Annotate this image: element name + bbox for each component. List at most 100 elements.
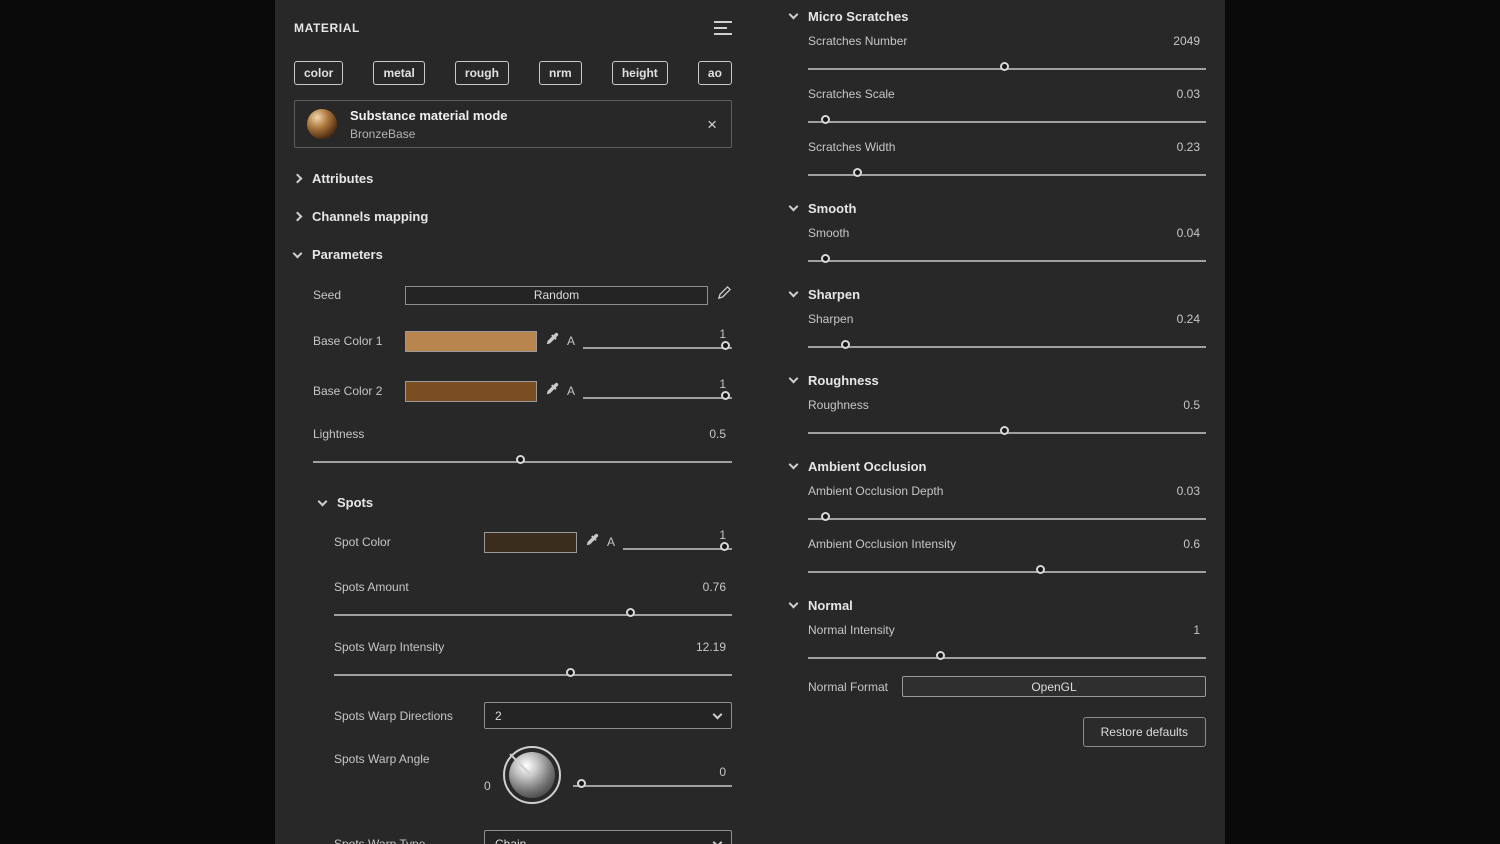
section-spots[interactable]: Spots	[319, 495, 732, 510]
slider-knob[interactable]	[516, 455, 525, 464]
chevron-down-icon	[789, 599, 799, 609]
base-color-1-label: Base Color 1	[313, 334, 405, 348]
spots-warp-type-select[interactable]: Chain	[484, 830, 732, 844]
spots-warp-angle-label: Spots Warp Angle	[334, 752, 484, 766]
spots-amount-slider[interactable]	[334, 608, 732, 622]
channel-metal-button[interactable]: metal	[373, 61, 424, 85]
spots-warp-angle-row: Spots Warp Angle 0 0	[334, 746, 732, 804]
chevron-right-icon	[293, 211, 303, 221]
spot-color-alpha: 1	[623, 528, 732, 556]
normal-format-label: Normal Format	[808, 680, 888, 694]
ao-depth-slider[interactable]	[808, 512, 1206, 526]
chevron-down-icon	[293, 248, 303, 258]
section-attributes[interactable]: Attributes	[294, 171, 732, 186]
normal-intensity-param: Normal Intensity 1	[808, 623, 1206, 665]
scratches-number-slider[interactable]	[808, 62, 1206, 76]
slider-knob[interactable]	[1036, 565, 1045, 574]
eyedropper-icon[interactable]	[585, 533, 599, 552]
spots-warp-angle-slider-wrap: 0	[573, 765, 732, 793]
slider-knob[interactable]	[720, 542, 729, 551]
slider-track	[334, 674, 732, 676]
substance-material-card[interactable]: Substance material mode BronzeBase ×	[294, 100, 732, 148]
slider-knob[interactable]	[577, 779, 586, 788]
base-color-1-swatch[interactable]	[405, 331, 537, 352]
slider-knob[interactable]	[721, 341, 730, 350]
section-channels-mapping[interactable]: Channels mapping	[294, 209, 732, 224]
spots-warp-type-row: Spots Warp Type Chain	[334, 830, 732, 844]
slider-knob[interactable]	[821, 115, 830, 124]
spots-warp-directions-select[interactable]: 2	[484, 702, 732, 729]
scratches-width-slider[interactable]	[808, 168, 1206, 182]
spot-color-swatch[interactable]	[484, 532, 577, 553]
section-ambient-occlusion[interactable]: Ambient Occlusion	[790, 458, 1206, 474]
section-normal[interactable]: Normal	[790, 597, 1206, 613]
slider-track	[583, 397, 732, 399]
channel-height-button[interactable]: height	[612, 61, 668, 85]
spots-warp-directions-value: 2	[495, 709, 502, 723]
eyedropper-icon[interactable]	[545, 382, 559, 401]
slider-knob[interactable]	[721, 391, 730, 400]
seed-input[interactable]: Random	[405, 286, 708, 305]
scratches-scale-slider[interactable]	[808, 115, 1206, 129]
smooth-param: Smooth 0.04	[808, 226, 1206, 268]
ao-intensity-param: Ambient Occlusion Intensity 0.6	[808, 537, 1206, 579]
base-color-1-alpha-slider[interactable]	[583, 341, 732, 355]
restore-defaults-button[interactable]: Restore defaults	[1083, 717, 1206, 747]
lightness-value: 0.5	[709, 427, 732, 441]
spots-body: Spot Color A 1	[334, 528, 732, 844]
edit-pencil-icon[interactable]	[717, 285, 732, 305]
section-sharpen[interactable]: Sharpen	[790, 286, 1206, 302]
base-color-1-alpha: 1	[583, 327, 732, 355]
sharpen-slider[interactable]	[808, 340, 1206, 354]
smooth-slider[interactable]	[808, 254, 1206, 268]
slider-knob[interactable]	[1000, 426, 1009, 435]
section-micro-scratches[interactable]: Micro Scratches	[790, 8, 1206, 24]
scratches-scale-label: Scratches Scale	[808, 87, 895, 101]
eyedropper-icon[interactable]	[545, 332, 559, 351]
spots-warp-angle-slider[interactable]	[573, 779, 732, 793]
base-color-1-alpha-value: 1	[583, 327, 732, 341]
panel-header: MATERIAL	[294, 20, 732, 36]
roughness-value: 0.5	[1183, 398, 1206, 412]
slider-knob[interactable]	[821, 254, 830, 263]
ao-intensity-slider[interactable]	[808, 565, 1206, 579]
normal-intensity-value: 1	[1193, 623, 1206, 637]
slider-knob[interactable]	[1000, 62, 1009, 71]
channel-rough-button[interactable]: rough	[455, 61, 509, 85]
alpha-channel-label: A	[567, 384, 575, 398]
base-color-2-alpha-slider[interactable]	[583, 391, 732, 405]
spot-color-alpha-slider[interactable]	[623, 542, 732, 556]
spots-warp-type-value: Chain	[495, 837, 526, 844]
section-roughness[interactable]: Roughness	[790, 372, 1206, 388]
section-smooth-label: Smooth	[808, 201, 856, 216]
restore-defaults-row: Restore defaults	[808, 717, 1206, 747]
slider-knob[interactable]	[841, 340, 850, 349]
close-icon[interactable]: ×	[705, 116, 719, 133]
menu-icon[interactable]	[714, 21, 732, 35]
section-parameters[interactable]: Parameters	[294, 247, 732, 262]
scratches-width-param: Scratches Width 0.23	[808, 140, 1206, 182]
normal-format-button[interactable]: OpenGL	[902, 676, 1206, 697]
spot-color-alpha-value: 1	[623, 528, 732, 542]
base-color-2-swatch[interactable]	[405, 381, 537, 402]
channel-color-button[interactable]: color	[294, 61, 343, 85]
spots-warp-intensity-param: Spots Warp Intensity 12.19	[334, 640, 732, 682]
channel-ao-button[interactable]: ao	[698, 61, 732, 85]
normal-intensity-slider[interactable]	[808, 651, 1206, 665]
channel-nrm-button[interactable]: nrm	[539, 61, 582, 85]
base-color-2-alpha: 1	[583, 377, 732, 405]
section-smooth[interactable]: Smooth	[790, 200, 1206, 216]
slider-track	[808, 174, 1206, 176]
slider-knob[interactable]	[566, 668, 575, 677]
slider-knob[interactable]	[626, 608, 635, 617]
lightness-slider[interactable]	[313, 455, 732, 469]
scratches-number-param: Scratches Number 2049	[808, 34, 1206, 76]
spots-warp-intensity-slider[interactable]	[334, 668, 732, 682]
slider-knob[interactable]	[821, 512, 830, 521]
chevron-down-icon	[789, 202, 799, 212]
base-color-2-alpha-value: 1	[583, 377, 732, 391]
slider-knob[interactable]	[853, 168, 862, 177]
roughness-slider[interactable]	[808, 426, 1206, 440]
spots-warp-angle-dial[interactable]	[503, 746, 561, 804]
ao-depth-param: Ambient Occlusion Depth 0.03	[808, 484, 1206, 526]
